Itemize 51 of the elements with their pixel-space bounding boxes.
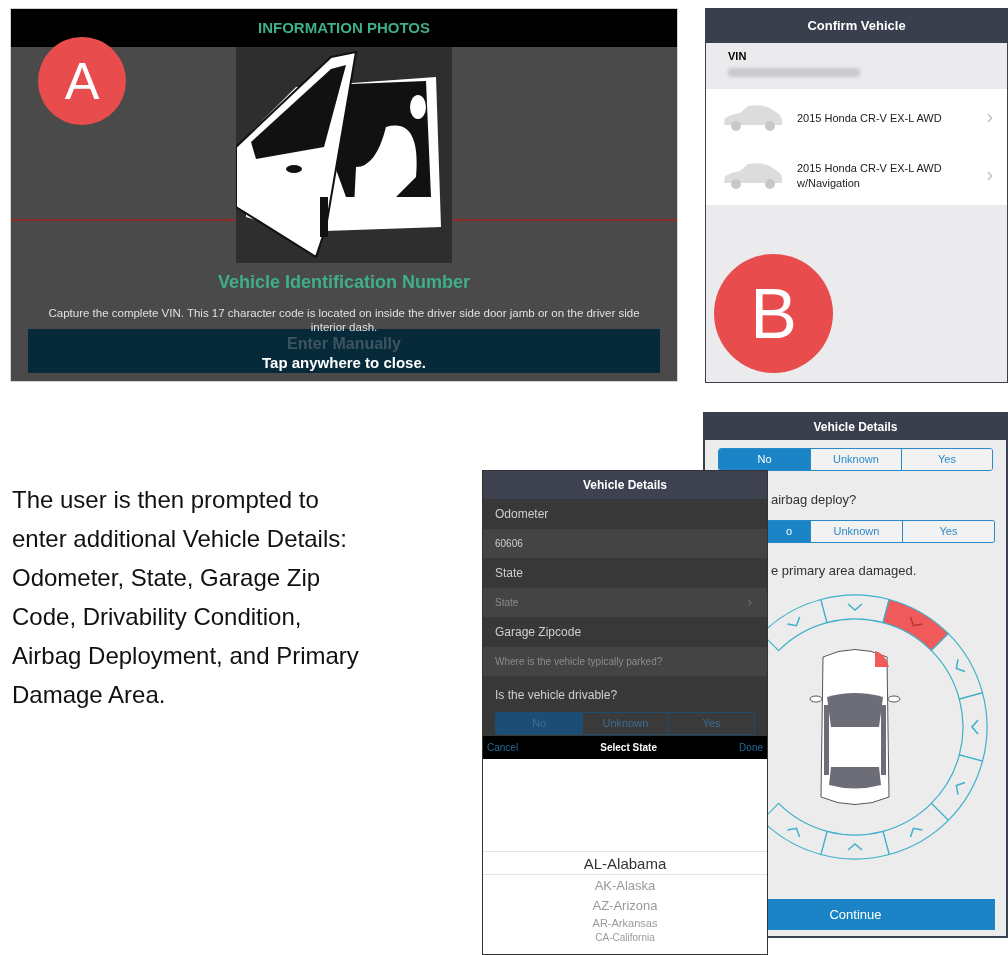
segment-option[interactable]: No bbox=[719, 449, 810, 470]
picker-item[interactable]: AR-Arkansas bbox=[483, 915, 767, 931]
picker-item[interactable]: AL-Alabama bbox=[483, 851, 767, 875]
damage-prompt: e primary area damaged. bbox=[770, 561, 918, 580]
close-hint: Tap anywhere to close. bbox=[262, 354, 426, 372]
picker-item[interactable]: CA-California bbox=[483, 931, 767, 944]
segment-option[interactable]: Yes bbox=[902, 520, 994, 542]
damage-area-segment[interactable] bbox=[768, 802, 828, 856]
field-label: State bbox=[495, 565, 524, 582]
continue-button[interactable]: Continue bbox=[768, 899, 995, 930]
input-field[interactable]: State bbox=[483, 588, 767, 617]
field-label: Odometer bbox=[495, 506, 549, 523]
damage-area-segment[interactable] bbox=[882, 598, 949, 652]
screen-title: Vehicle Details bbox=[813, 419, 898, 436]
car-icon bbox=[722, 103, 784, 133]
car-icon bbox=[722, 161, 784, 191]
step-badge: B bbox=[714, 254, 833, 373]
screen-title: Vehicle Details bbox=[582, 477, 667, 494]
vin-label: VIN bbox=[728, 50, 748, 63]
done-button[interactable]: Done bbox=[739, 740, 763, 755]
damage-area-segment[interactable] bbox=[930, 633, 984, 700]
picker-item[interactable]: AZ-Arizona bbox=[483, 895, 767, 915]
field-label: Garage Zipcode bbox=[495, 624, 582, 641]
cancel-button[interactable]: Cancel bbox=[487, 740, 519, 755]
drivable-question: Is the vehicle drivable? bbox=[495, 688, 619, 703]
vin-heading: Vehicle Identification Number bbox=[216, 271, 472, 294]
segment-option[interactable]: Yes bbox=[668, 713, 754, 734]
screen-title: INFORMATION PHOTOS bbox=[258, 17, 430, 38]
screen-title: Confirm Vehicle bbox=[807, 17, 906, 36]
damage-area-segment[interactable] bbox=[958, 692, 988, 762]
damage-area-segment[interactable] bbox=[768, 598, 828, 652]
segment-option[interactable]: Unknown bbox=[810, 520, 902, 542]
segment-option[interactable]: o bbox=[768, 520, 810, 542]
picker-item[interactable]: AK-Alaska bbox=[483, 875, 767, 895]
vehicle-name: 2015 Honda CR-V EX-L AWD bbox=[797, 110, 943, 126]
damage-area-segment[interactable] bbox=[820, 830, 890, 860]
intro-paragraph: The user is then prompted to enter additional Vehicle Details: Odometer, State, Garage Zip Code, Drivability Condition, Airbag Deployment, and Primary Damage Area. bbox=[12, 485, 359, 710]
input-field[interactable]: Where is the vehicle typically parked? bbox=[483, 647, 767, 676]
step-badge: A bbox=[38, 37, 126, 125]
picker-title: Select State bbox=[600, 741, 657, 755]
damage-area-segment[interactable] bbox=[930, 754, 984, 821]
input-field[interactable]: 60606 bbox=[483, 529, 767, 558]
vehicle-name: 2015 Honda CR-V EX-L AWD w/Navigation bbox=[797, 161, 943, 191]
damage-area-segment[interactable] bbox=[820, 594, 890, 624]
segment-option[interactable]: Unknown bbox=[810, 449, 901, 470]
vehicle-option[interactable]: 2015 Honda CR-V EX-L AWD w/Navigation bbox=[706, 147, 1007, 205]
segment-option[interactable]: Yes bbox=[901, 449, 992, 470]
vin-description: Capture the complete VIN. This 17 character code is located on inside the driver side door jamb or on the driver side interior dash. bbox=[47, 306, 641, 334]
damage-area-segment[interactable] bbox=[882, 802, 949, 856]
airbag-question: airbag deploy? bbox=[770, 491, 858, 509]
vehicle-option[interactable]: 2015 Honda CR-V EX-L AWD bbox=[706, 89, 1007, 147]
